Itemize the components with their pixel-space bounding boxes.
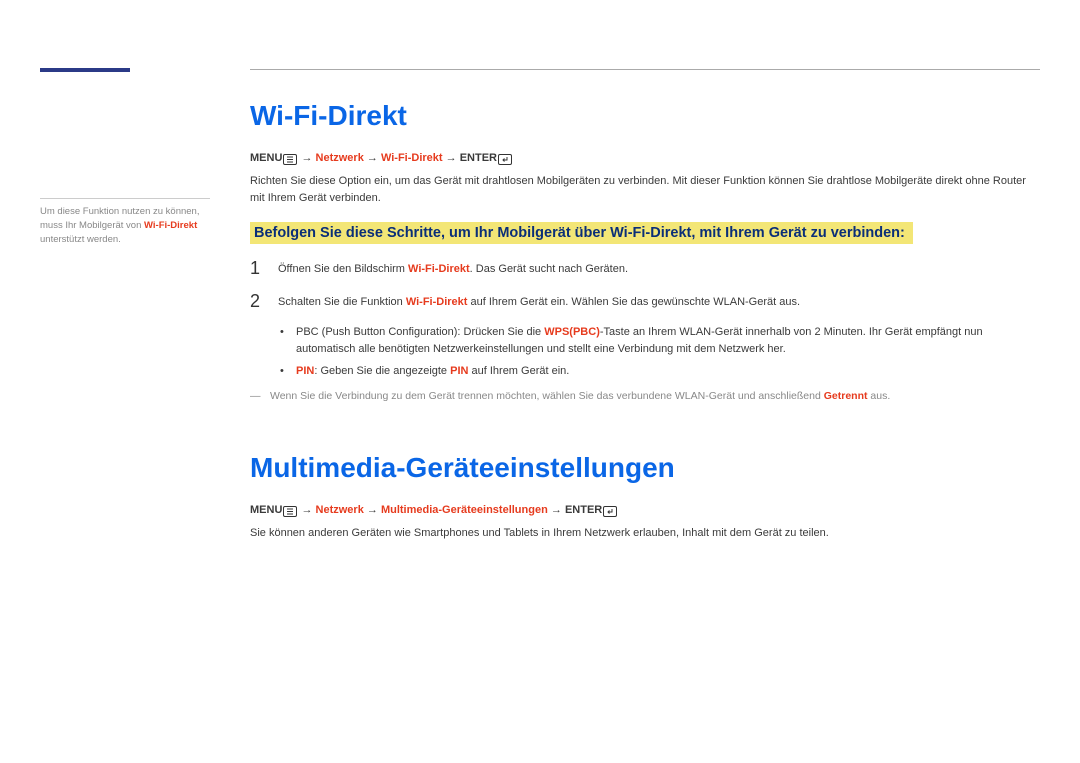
bullet2-post: auf Ihrem Gerät ein. — [468, 365, 569, 377]
step-1: 1 Öffnen Sie den Bildschirm Wi-Fi-Direkt… — [250, 258, 1040, 279]
footnote-text: Wenn Sie die Verbindung zu dem Gerät tre… — [270, 390, 890, 402]
bullet-pin-text: PIN: Geben Sie die angezeigte PIN auf Ih… — [296, 363, 569, 380]
footnote-hl: Getrennt — [824, 390, 868, 402]
intro-text: Richten Sie diese Option ein, um das Ger… — [250, 173, 1040, 206]
crumb-arrow3: → — [443, 152, 460, 164]
step-1-post: . Das Gerät sucht nach Geräten. — [470, 263, 628, 275]
bullet-marker: • — [280, 363, 286, 380]
step-2: 2 Schalten Sie die Funktion Wi-Fi-Direkt… — [250, 291, 1040, 312]
crumb-enter: ENTER — [460, 152, 497, 164]
crumb-enter2: ENTER — [565, 504, 602, 516]
footnote-dash: ― — [250, 390, 264, 402]
main-content: Wi-Fi-Direkt MENU → Netzwerk → Wi-Fi-Dir… — [250, 100, 1040, 557]
step-2-body: Schalten Sie die Funktion Wi-Fi-Direkt a… — [278, 291, 800, 312]
bullet1-pre: PBC (Push Button Configuration): Drücken… — [296, 326, 544, 338]
bullet2-hl1: PIN — [296, 365, 314, 377]
bullet-pbc-text: PBC (Push Button Configuration): Drücken… — [296, 324, 1040, 357]
enter-icon — [497, 153, 513, 165]
bullet1-hl: WPS(PBC) — [544, 326, 600, 338]
bullet-pin: • PIN: Geben Sie die angezeigte PIN auf … — [280, 363, 1040, 380]
crumb-arrow5: → — [364, 504, 381, 516]
bullet-marker: • — [280, 324, 286, 357]
bullet-pbc: • PBC (Push Button Configuration): Drück… — [280, 324, 1040, 357]
bullet2-hl2: PIN — [450, 365, 468, 377]
crumb-wifi: Wi-Fi-Direkt — [381, 152, 443, 164]
breadcrumb-wifi: MENU → Netzwerk → Wi-Fi-Direkt → ENTER — [250, 152, 1040, 165]
crumb-arrow4: → — [298, 504, 315, 516]
step-1-hl: Wi-Fi-Direkt — [408, 263, 470, 275]
sidebar-note: Um diese Funktion nutzen zu können, muss… — [40, 198, 210, 246]
multimedia-body: Sie können anderen Geräten wie Smartphon… — [250, 525, 1040, 542]
sidebar-text-post: unterstützt werden. — [40, 234, 121, 245]
footnote-post: aus. — [868, 390, 891, 402]
breadcrumb-multimedia: MENU → Netzwerk → Multimedia-Geräteeinst… — [250, 504, 1040, 517]
enter-icon — [602, 505, 618, 517]
sidebar-highlight: Wi-Fi-Direkt — [144, 220, 197, 231]
bullet2-mid: : Geben Sie die angezeigte — [314, 365, 450, 377]
footnote: ― Wenn Sie die Verbindung zu dem Gerät t… — [250, 390, 1040, 402]
section-title-wifi: Wi-Fi-Direkt — [250, 100, 1040, 132]
section-title-multimedia: Multimedia-Geräteeinstellungen — [250, 452, 1040, 484]
crumb-menu: MENU — [250, 152, 282, 164]
step-1-number: 1 — [250, 258, 264, 279]
footnote-pre: Wenn Sie die Verbindung zu dem Gerät tre… — [270, 390, 824, 402]
crumb-multimedia: Multimedia-Geräteeinstellungen — [381, 504, 548, 516]
crumb-menu2: MENU — [250, 504, 282, 516]
header-accent — [40, 68, 130, 72]
step-2-post: auf Ihrem Gerät ein. Wählen Sie das gewü… — [467, 296, 800, 308]
header-rule — [250, 69, 1040, 70]
step-2-hl: Wi-Fi-Direkt — [406, 296, 468, 308]
step-2-pre: Schalten Sie die Funktion — [278, 296, 406, 308]
menu-icon — [282, 153, 298, 165]
crumb-arrow1: → — [298, 152, 315, 164]
crumb-netzwerk: Netzwerk — [316, 152, 364, 164]
section-multimedia: Multimedia-Geräteeinstellungen MENU → Ne… — [250, 452, 1040, 542]
crumb-arrow2: → — [364, 152, 381, 164]
step-1-pre: Öffnen Sie den Bildschirm — [278, 263, 408, 275]
step-2-number: 2 — [250, 291, 264, 312]
highlight-text: Befolgen Sie diese Schritte, um Ihr Mobi… — [250, 222, 913, 244]
crumb-arrow6: → — [548, 504, 565, 516]
bullet-list: • PBC (Push Button Configuration): Drück… — [280, 324, 1040, 380]
highlight-instruction: Befolgen Sie diese Schritte, um Ihr Mobi… — [250, 222, 1040, 258]
menu-icon — [282, 505, 298, 517]
step-1-body: Öffnen Sie den Bildschirm Wi-Fi-Direkt. … — [278, 258, 628, 279]
crumb-netzwerk2: Netzwerk — [316, 504, 364, 516]
